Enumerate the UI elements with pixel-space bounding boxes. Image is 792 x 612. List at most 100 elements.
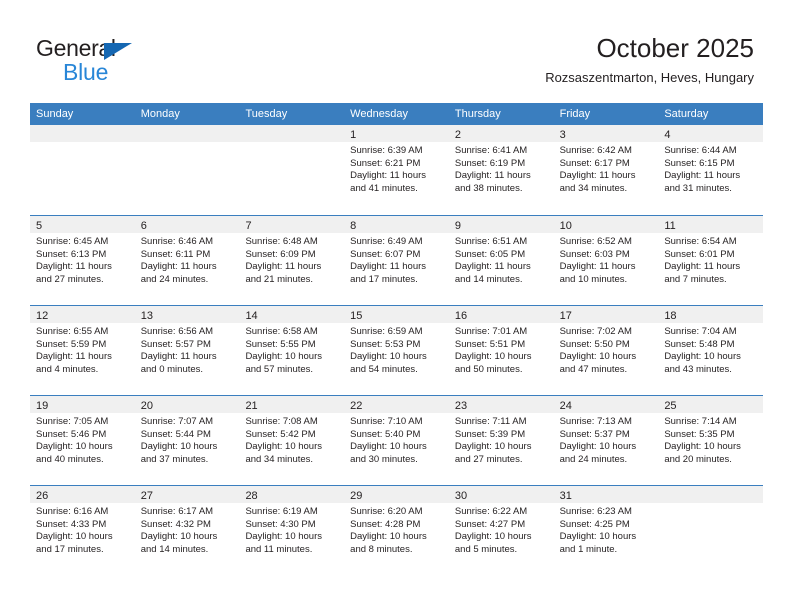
day-detail-line: and 31 minutes.: [664, 182, 732, 194]
calendar-day-cell[interactable]: 5 Sunrise: 6:45 AM Sunset: 6:13 PM Daylight…: [30, 216, 135, 305]
calendar-day-cell[interactable]: 12 Sunrise: 6:55 AM Sunset: 5:59 PM Dayligh…: [30, 306, 135, 395]
day-detail-line: Sunset: 4:33 PM: [36, 518, 107, 530]
day-detail-line: Sunrise: 6:45 AM: [36, 236, 109, 247]
calendar-day-cell[interactable]: 30 Sunrise: 6:22 AM Sunset: 4:27 PM Dayligh…: [448, 486, 554, 575]
day-number-band: 8: [344, 216, 449, 233]
day-detail-line: and 10 minutes.: [559, 273, 628, 285]
day-detail-line: and 17 minutes.: [36, 543, 104, 555]
calendar-day-cell[interactable]: 31 Sunrise: 6:23 AM Sunset: 4:25 PM Dayligh…: [553, 486, 659, 575]
day-details: Sunrise: 7:05 AM Sunset: 5:46 PM Daylight:…: [30, 413, 135, 466]
calendar-day-cell[interactable]: 2 Sunrise: 6:41 AM Sunset: 6:19 PM Daylight…: [448, 125, 554, 215]
calendar-day-cell[interactable]: 10 Sunrise: 6:52 AM Sunset: 6:03 PM Dayligh…: [553, 216, 659, 305]
day-detail-line: Daylight: 10 hours: [245, 531, 323, 543]
day-number-band: 25: [658, 396, 764, 413]
day-number: 25: [664, 400, 677, 412]
calendar-day-cell[interactable]: 4 Sunrise: 6:44 AM Sunset: 6:15 PM Daylight…: [658, 125, 764, 215]
day-number-band: 16: [448, 306, 554, 323]
calendar-day-cell[interactable]: 14 Sunrise: 6:58 AM Sunset: 5:55 PM Dayligh…: [239, 306, 345, 395]
calendar-day-cell[interactable]: 25 Sunrise: 7:14 AM Sunset: 5:35 PM Dayligh…: [658, 396, 764, 485]
calendar-page: General Blue October 2025 Rozsaszentmart…: [0, 0, 792, 612]
day-detail-line: Daylight: 10 hours: [454, 441, 532, 453]
day-detail-line: Daylight: 11 hours: [245, 261, 322, 273]
weekday-header-wednesday: Wednesday: [350, 108, 409, 120]
day-detail-line: and 17 minutes.: [350, 273, 418, 285]
calendar-day-cell[interactable]: 18 Sunrise: 7:04 AM Sunset: 5:48 PM Dayligh…: [658, 306, 764, 395]
day-detail-line: and 40 minutes.: [36, 453, 104, 465]
day-detail-line: Sunset: 4:32 PM: [140, 518, 211, 530]
calendar-day-cell[interactable]: 21 Sunrise: 7:08 AM Sunset: 5:42 PM Dayligh…: [239, 396, 345, 485]
day-number: 4: [664, 129, 671, 141]
day-detail-line: Sunrise: 7:07 AM: [140, 416, 214, 427]
day-number-band: [30, 125, 135, 142]
day-detail-line: Daylight: 10 hours: [559, 351, 637, 363]
calendar-day-cell[interactable]: 8 Sunrise: 6:49 AM Sunset: 6:07 PM Daylight…: [344, 216, 449, 305]
day-detail-line: Sunrise: 6:48 AM: [245, 236, 318, 247]
day-detail-line: Sunrise: 6:41 AM: [454, 145, 528, 156]
day-detail-line: Sunset: 5:39 PM: [454, 428, 526, 440]
day-detail-line: Daylight: 10 hours: [664, 351, 741, 363]
weekday-header-thursday: Thursday: [454, 108, 501, 120]
day-detail-line: Daylight: 10 hours: [350, 531, 427, 543]
day-detail-line: Sunrise: 7:11 AM: [454, 416, 527, 427]
day-detail-line: Sunrise: 6:23 AM: [559, 506, 632, 517]
day-detail-line: Sunrise: 6:54 AM: [664, 236, 737, 247]
day-number-band: 15: [344, 306, 449, 323]
calendar-day-cell[interactable]: 3 Sunrise: 6:42 AM Sunset: 6:17 PM Daylight…: [553, 125, 659, 215]
calendar-day-cell[interactable]: 27 Sunrise: 6:17 AM Sunset: 4:32 PM Dayligh…: [134, 486, 240, 575]
calendar-day-cell[interactable]: 13 Sunrise: 6:56 AM Sunset: 5:57 PM Dayligh…: [134, 306, 240, 395]
calendar-day-cell[interactable]: 15 Sunrise: 6:59 AM Sunset: 5:53 PM Dayligh…: [344, 306, 449, 395]
day-number: 10: [559, 220, 572, 232]
day-detail-line: Daylight: 10 hours: [664, 441, 741, 453]
day-detail-line: Sunrise: 6:59 AM: [350, 326, 423, 337]
weekday-header-saturday: Saturday: [664, 108, 709, 120]
calendar-day-cell[interactable]: 16 Sunrise: 7:01 AM Sunset: 5:51 PM Dayligh…: [448, 306, 554, 395]
calendar-day-cell[interactable]: 17 Sunrise: 7:02 AM Sunset: 5:50 PM Dayligh…: [553, 306, 659, 395]
calendar-day-cell[interactable]: 29 Sunrise: 6:20 AM Sunset: 4:28 PM Dayligh…: [344, 486, 449, 575]
day-detail-line: Sunset: 6:21 PM: [350, 157, 421, 169]
day-details: Sunrise: 6:42 AM Sunset: 6:17 PM Daylight:…: [554, 142, 659, 195]
calendar-day-cell[interactable]: 22 Sunrise: 7:10 AM Sunset: 5:40 PM Dayligh…: [344, 396, 449, 485]
day-number-band: 5: [30, 216, 135, 233]
day-detail-line: Sunrise: 7:10 AM: [350, 416, 423, 427]
calendar-day-cell[interactable]: 11 Sunrise: 6:54 AM Sunset: 6:01 PM Dayligh…: [658, 216, 764, 305]
general-blue-logo[interactable]: General Blue: [36, 36, 216, 88]
day-number-band: 11: [658, 216, 764, 233]
day-detail-line: and 24 minutes.: [559, 453, 628, 465]
day-number-band: 12: [30, 306, 135, 323]
day-detail-line: Sunrise: 6:20 AM: [350, 506, 423, 517]
calendar-day-cell[interactable]: 19 Sunrise: 7:05 AM Sunset: 5:46 PM Dayligh…: [30, 396, 135, 485]
calendar-day-cell[interactable]: 20 Sunrise: 7:07 AM Sunset: 5:44 PM Dayligh…: [134, 396, 240, 485]
calendar-day-cell[interactable]: 9 Sunrise: 6:51 AM Sunset: 6:05 PM Daylight…: [448, 216, 554, 305]
day-detail-line: Sunset: 5:48 PM: [664, 338, 735, 350]
day-number: 13: [140, 310, 153, 322]
calendar-day-cell[interactable]: 23 Sunrise: 7:11 AM Sunset: 5:39 PM Dayligh…: [448, 396, 554, 485]
day-details: [30, 142, 135, 145]
day-detail-line: Sunset: 4:28 PM: [350, 518, 421, 530]
day-detail-line: Sunset: 5:57 PM: [140, 338, 211, 350]
calendar-day-cell[interactable]: 1 Sunrise: 6:39 AM Sunset: 6:21 PM Daylight…: [344, 125, 449, 215]
day-detail-line: Daylight: 11 hours: [140, 261, 217, 273]
day-detail-line: Sunset: 6:11 PM: [140, 248, 211, 260]
day-number: 2: [454, 129, 461, 141]
day-number: 11: [664, 220, 676, 232]
day-number-band: 13: [134, 306, 240, 323]
day-details: Sunrise: 6:59 AM Sunset: 5:53 PM Daylight:…: [344, 323, 449, 376]
day-number-band: 4: [658, 125, 764, 142]
day-detail-line: and 34 minutes.: [559, 182, 628, 194]
day-details: Sunrise: 6:20 AM Sunset: 4:28 PM Daylight:…: [344, 503, 449, 556]
day-detail-line: Sunset: 6:01 PM: [664, 248, 735, 260]
calendar-day-cell[interactable]: 6 Sunrise: 6:46 AM Sunset: 6:11 PM Daylight…: [134, 216, 240, 305]
calendar-day-cell[interactable]: 28 Sunrise: 6:19 AM Sunset: 4:30 PM Dayligh…: [239, 486, 345, 575]
day-number: 20: [140, 400, 153, 412]
day-details: Sunrise: 6:54 AM Sunset: 6:01 PM Daylight:…: [658, 233, 763, 286]
day-detail-line: and 21 minutes.: [245, 273, 314, 285]
calendar-day-cell[interactable]: 7 Sunrise: 6:48 AM Sunset: 6:09 PM Daylight…: [239, 216, 345, 305]
page-header: General Blue October 2025 Rozsaszentmart…: [0, 0, 792, 103]
calendar-day-cell[interactable]: 24 Sunrise: 7:13 AM Sunset: 5:37 PM Dayligh…: [553, 396, 659, 485]
calendar-day-cell[interactable]: 26 Sunrise: 6:16 AM Sunset: 4:33 PM Dayligh…: [30, 486, 135, 575]
day-number-band: [239, 125, 345, 142]
day-detail-line: Sunrise: 6:49 AM: [350, 236, 423, 247]
day-detail-line: and 8 minutes.: [350, 543, 413, 555]
day-detail-line: Daylight: 11 hours: [664, 170, 741, 182]
day-detail-line: Daylight: 11 hours: [36, 261, 112, 273]
